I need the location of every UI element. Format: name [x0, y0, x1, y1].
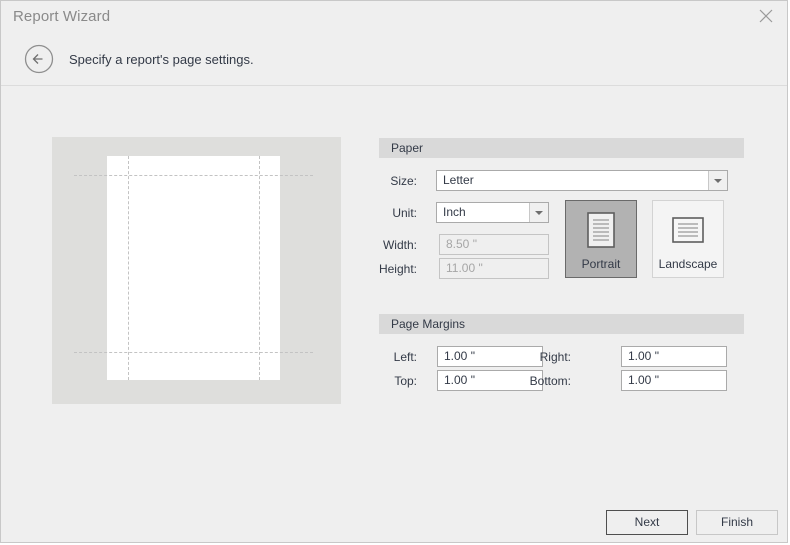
paper-size-combo[interactable]: Letter [436, 170, 728, 191]
margin-bottom-input[interactable]: 1.00 " [621, 370, 727, 391]
paper-unit-value: Inch [443, 204, 466, 221]
margin-right-label: Right: [516, 350, 571, 364]
portrait-label: Portrait [566, 257, 636, 271]
orientation-landscape-button[interactable]: Landscape [652, 200, 724, 278]
paper-width-input: 8.50 " [439, 234, 549, 255]
page-preview-panel [52, 137, 341, 404]
finish-button[interactable]: Finish [696, 510, 778, 535]
paper-size-value: Letter [443, 172, 474, 189]
margin-left-label: Left: [349, 350, 417, 364]
margin-bottom-label: Bottom: [516, 374, 571, 388]
landscape-label: Landscape [653, 257, 723, 271]
wizard-caption: Specify a report's page settings. [69, 52, 254, 67]
paper-group-title: Paper [391, 141, 423, 155]
margin-right-input[interactable]: 1.00 " [621, 346, 727, 367]
margin-top-label: Top: [349, 374, 417, 388]
portrait-page-icon [566, 212, 636, 253]
header-divider [1, 85, 788, 86]
close-button[interactable] [743, 1, 788, 32]
height-label: Height: [349, 262, 417, 276]
back-arrow-icon [24, 44, 54, 74]
margin-guide-right [259, 156, 260, 380]
page-preview-sheet [107, 156, 280, 380]
margins-group-header: Page Margins [379, 314, 744, 334]
paper-height-input: 11.00 " [439, 258, 549, 279]
back-button[interactable] [24, 44, 54, 74]
paper-unit-combo[interactable]: Inch [436, 202, 549, 223]
margin-guide-bottom [74, 352, 313, 353]
margin-guide-top [74, 175, 313, 176]
close-icon [759, 9, 773, 23]
next-button[interactable]: Next [606, 510, 688, 535]
report-wizard-dialog: Report Wizard Specify a report's page se… [0, 0, 788, 543]
margin-guide-left [128, 156, 129, 380]
chevron-down-icon[interactable] [529, 203, 548, 222]
margins-group-title: Page Margins [391, 317, 465, 331]
size-label: Size: [349, 174, 417, 188]
orientation-portrait-button[interactable]: Portrait [565, 200, 637, 278]
chevron-down-icon[interactable] [708, 171, 727, 190]
title-bar: Report Wizard [1, 1, 788, 33]
landscape-page-icon [653, 212, 723, 253]
window-title: Report Wizard [13, 8, 110, 25]
unit-label: Unit: [349, 206, 417, 220]
width-label: Width: [349, 238, 417, 252]
paper-group-header: Paper [379, 138, 744, 158]
